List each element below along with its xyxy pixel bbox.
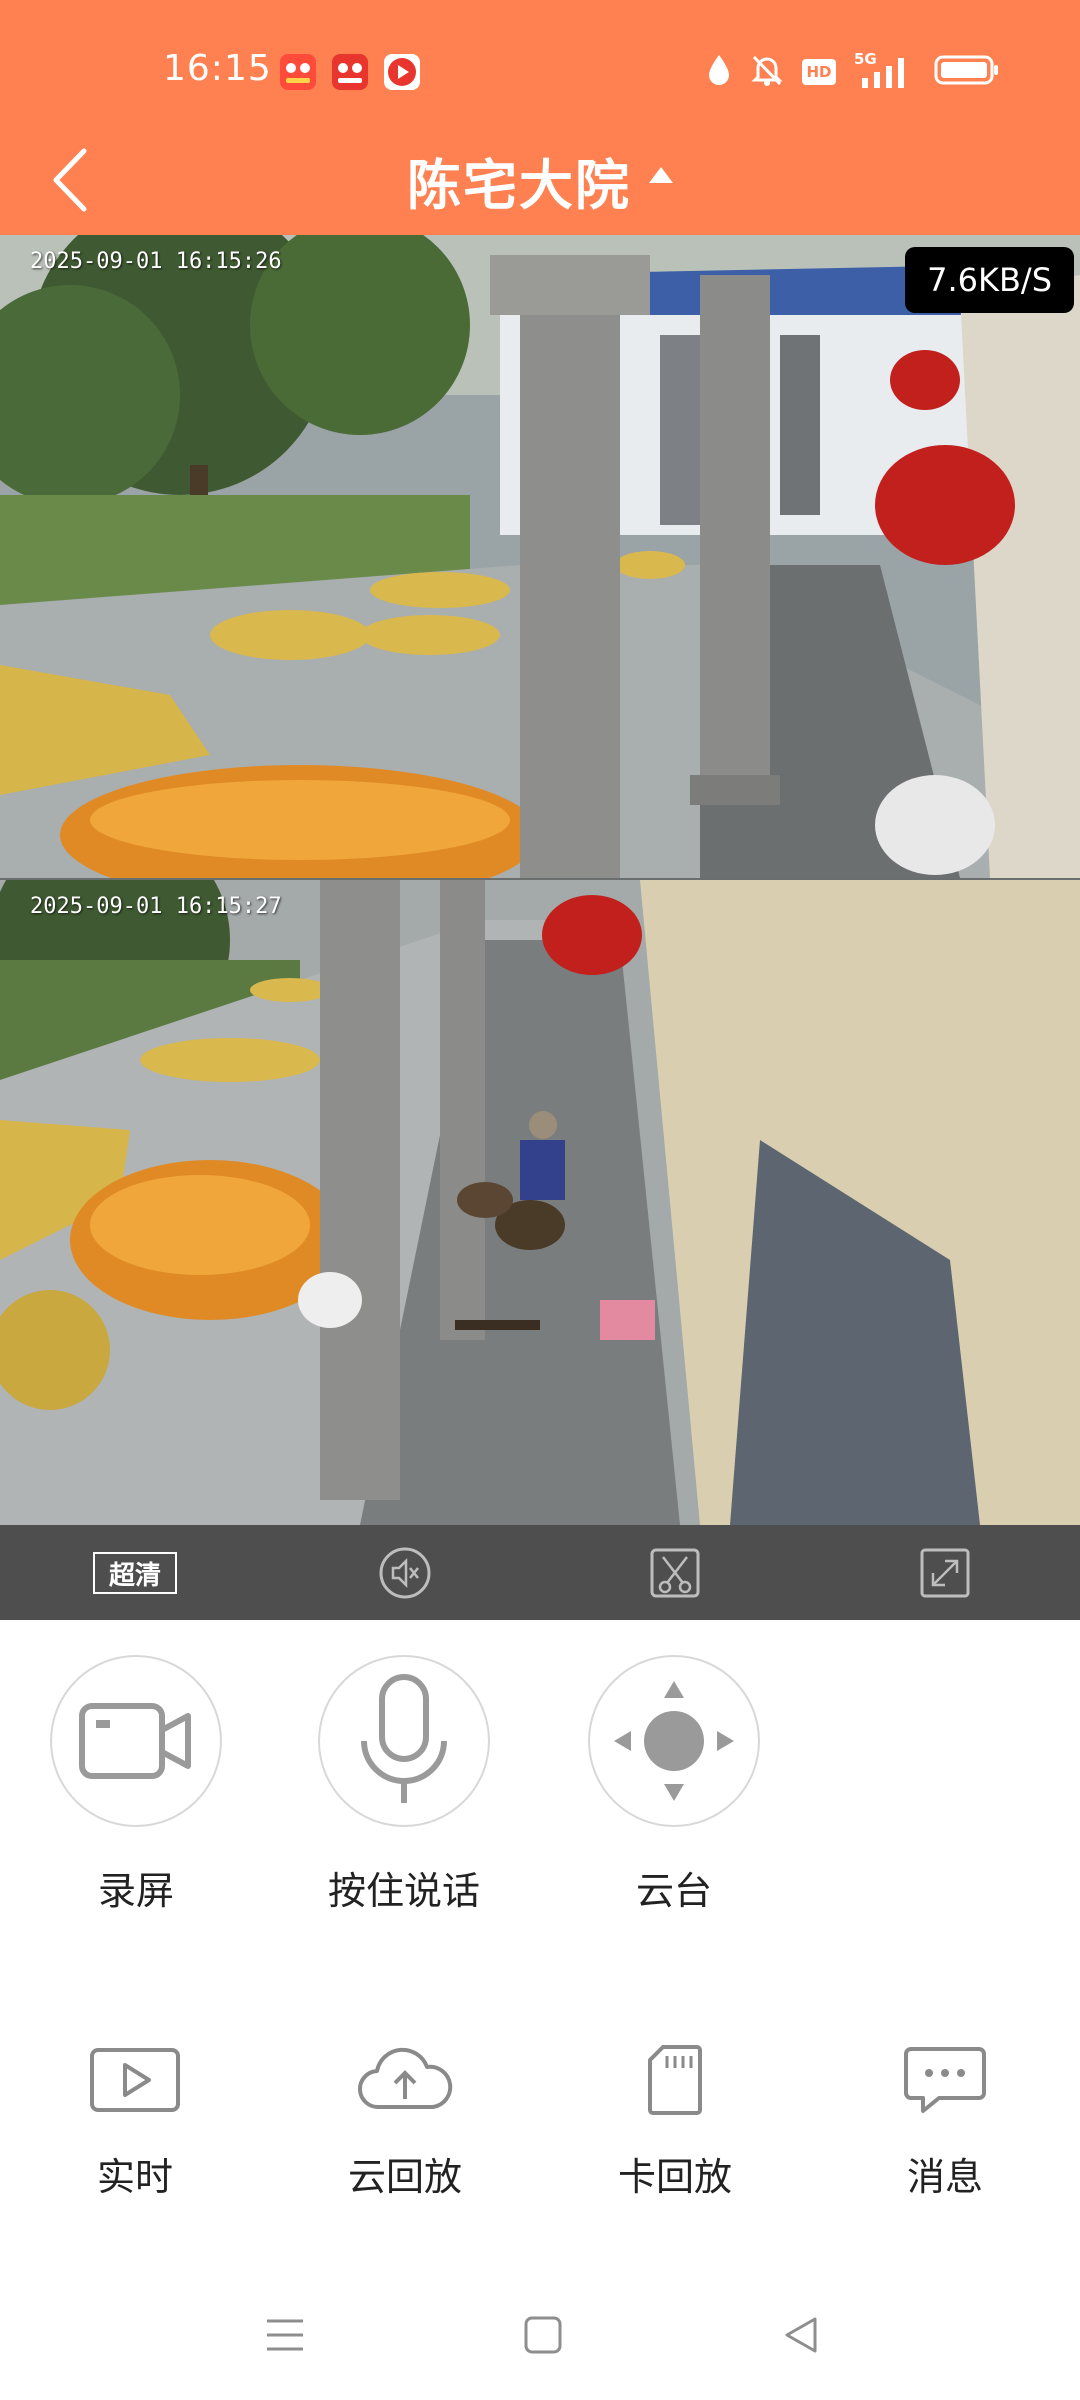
camera-timestamp: 2025-09-01 16:15:27 [30, 894, 282, 919]
system-back-button[interactable] [756, 2300, 846, 2370]
cloud-upload-icon [357, 2047, 453, 2110]
play-icon [90, 2048, 180, 2112]
water-drop-icon [706, 53, 732, 91]
system-menu-button[interactable] [240, 2300, 330, 2370]
mute-bell-icon [750, 53, 784, 91]
battery-icon [934, 54, 1000, 90]
quality-button[interactable]: 超清 [93, 1552, 177, 1594]
player-controls: 超清 [0, 1525, 1080, 1620]
camera-feed-1[interactable]: 2025-09-01 16:15:26 7.6KB/S [0, 235, 1080, 878]
bitrate-badge: 7.6KB/S [905, 247, 1074, 313]
ptz-direction-icon [614, 1681, 734, 1801]
record-label: 录屏 [97, 1869, 174, 1913]
device-selector[interactable]: 陈宅大院 [0, 130, 1080, 230]
youtube-icon [384, 54, 420, 90]
camera-feed-2[interactable]: 2025-09-01 16:15:27 [0, 880, 1080, 1525]
page-title: 陈宅大院 [407, 153, 631, 217]
mute-speaker-icon [379, 1547, 431, 1598]
hd-icon: HD [802, 59, 836, 85]
status-time: 16:15 [163, 48, 272, 89]
nav-live[interactable]: 实时 [25, 2040, 245, 2220]
camera-timestamp: 2025-09-01 16:15:26 [30, 249, 282, 274]
screenshot-button[interactable] [645, 1545, 705, 1600]
status-bar: 16:15 HD 5G [0, 0, 1080, 130]
status-icons: HD 5G [706, 50, 1000, 92]
nav-live-label: 实时 [96, 2155, 173, 2199]
home-icon [524, 2316, 562, 2354]
microphone-icon [361, 1674, 447, 1803]
push-to-talk-button[interactable] [318, 1655, 490, 1827]
quality-label: 超清 [108, 1560, 161, 1591]
fullscreen-icon [920, 1548, 970, 1597]
system-home-button[interactable] [498, 2300, 588, 2370]
push-to-talk-label: 按住说话 [327, 1869, 480, 1913]
5g-signal-icon: 5G [854, 50, 916, 90]
app-icon-red [332, 54, 368, 90]
sd-card-icon [648, 2045, 702, 2115]
top-bar: 16:15 HD 5G 陈宅大院 [0, 0, 1080, 235]
message-icon [904, 2047, 986, 2113]
nav-messages-label: 消息 [906, 2155, 983, 2199]
nav-card-playback-label: 卡回放 [617, 2155, 732, 2199]
video-player[interactable]: 2025-09-01 16:15:26 7.6KB/S 2025-09-01 1… [0, 235, 1080, 1525]
app-icon-red [280, 54, 316, 90]
back-icon [785, 2317, 817, 2353]
nav-cloud-playback[interactable]: 云回放 [295, 2040, 515, 2220]
menu-icon [267, 2319, 303, 2351]
screenshot-scissors-icon [650, 1548, 700, 1597]
camera-image-1 [0, 235, 1080, 878]
caret-up-icon [649, 167, 673, 183]
nav-card-playback[interactable]: 卡回放 [565, 2040, 785, 2220]
record-button[interactable] [50, 1655, 222, 1827]
mute-button[interactable] [375, 1545, 435, 1600]
nav-messages[interactable]: 消息 [835, 2040, 1055, 2220]
camera-image-2 [0, 880, 1080, 1525]
nav-cloud-playback-label: 云回放 [347, 2155, 462, 2199]
ptz-label: 云台 [635, 1869, 712, 1913]
header: 陈宅大院 [0, 130, 1080, 235]
ptz-button[interactable] [588, 1655, 760, 1827]
video-camera-icon [79, 1703, 191, 1779]
fullscreen-button[interactable] [915, 1545, 975, 1600]
